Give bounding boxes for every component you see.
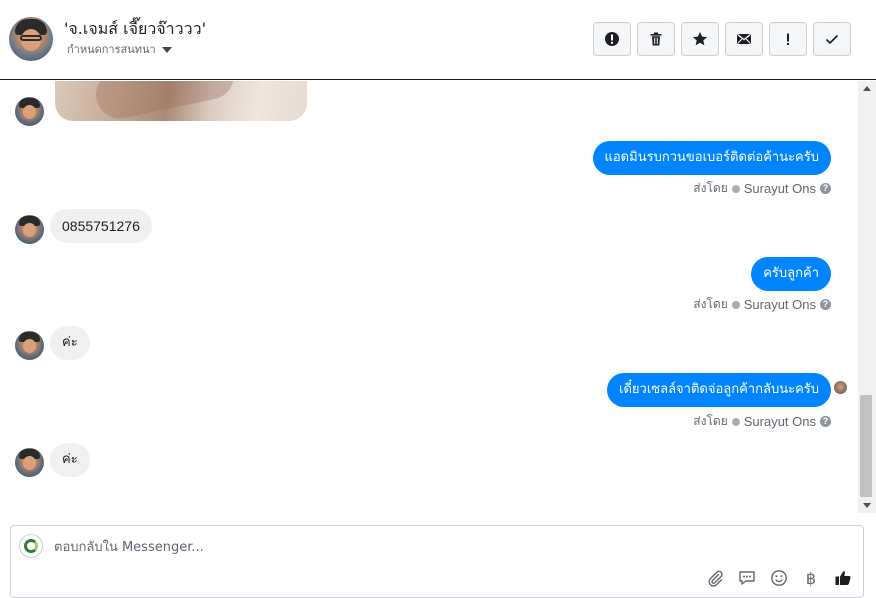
thumbs-up-icon xyxy=(835,571,851,585)
page-icon xyxy=(731,184,740,193)
sender-avatar xyxy=(15,331,44,360)
message-thread[interactable]: แอดมินรบกวนขอเบอร์ติดต่อค้านะครับ ส่งโดย… xyxy=(0,81,858,513)
sender-avatar xyxy=(15,215,44,244)
sent-by-author[interactable]: Surayut Ons xyxy=(744,181,816,196)
composer-tools: ฿ xyxy=(705,568,853,588)
help-icon[interactable]: ? xyxy=(820,416,831,427)
shared-photo[interactable] xyxy=(55,81,307,121)
smiley-icon xyxy=(771,570,787,586)
caret-down-icon xyxy=(161,46,172,53)
message-incoming[interactable]: 0855751276 xyxy=(50,209,152,243)
seen-avatar xyxy=(834,381,847,394)
sent-by-author[interactable]: Surayut Ons xyxy=(744,414,816,429)
envelope-icon xyxy=(737,33,751,44)
message-outgoing[interactable]: เดี๋ยวเซลล์จาติดจ่อลูกค้ากลับนะครับ xyxy=(607,373,831,407)
star-button[interactable] xyxy=(681,22,719,56)
exclamation-icon xyxy=(787,33,789,45)
attach-button[interactable] xyxy=(705,568,725,588)
important-button[interactable] xyxy=(769,22,807,56)
header-actions xyxy=(593,22,851,56)
done-button[interactable] xyxy=(813,22,851,56)
conversation-settings-dropdown[interactable]: กำหนดการสนทนา xyxy=(67,40,172,58)
sent-by-author[interactable]: Surayut Ons xyxy=(744,297,816,312)
reply-input[interactable] xyxy=(54,538,654,556)
reply-composer: ฿ xyxy=(10,525,864,598)
sender-avatar xyxy=(15,97,44,126)
star-icon xyxy=(692,32,708,46)
message-outgoing[interactable]: ครับลูกค้า xyxy=(751,257,831,291)
contact-name[interactable]: 'จ.เจมส์ เจี๊ยวจ๊าววว' xyxy=(64,17,206,42)
message-incoming[interactable]: ค่ะ xyxy=(50,326,90,360)
sender-avatar xyxy=(15,448,44,477)
scroll-down-arrow[interactable] xyxy=(863,503,871,508)
check-icon xyxy=(825,34,839,45)
help-icon[interactable]: ? xyxy=(820,299,831,310)
chat-bubble-icon xyxy=(739,571,755,585)
help-icon[interactable]: ? xyxy=(820,183,831,194)
alert-circle-icon xyxy=(605,32,619,46)
page-icon xyxy=(731,300,740,309)
emoji-button[interactable] xyxy=(769,568,789,588)
contact-avatar[interactable] xyxy=(9,17,53,61)
baht-icon: ฿ xyxy=(805,568,817,588)
page-logo xyxy=(19,534,43,558)
mark-unread-button[interactable] xyxy=(725,22,763,56)
page-icon xyxy=(731,417,740,426)
message-incoming[interactable]: ค่ะ xyxy=(50,443,90,477)
message-outgoing[interactable]: แอดมินรบกวนขอเบอร์ติดต่อค้านะครับ xyxy=(592,141,831,175)
sent-by-prefix: ส่งโดย xyxy=(693,297,728,311)
sent-by-prefix: ส่งโดย xyxy=(693,414,728,428)
thread-scrollbar[interactable] xyxy=(858,81,876,513)
like-button[interactable] xyxy=(833,568,853,588)
trash-icon xyxy=(650,32,662,46)
sent-by-label: ส่งโดย Surayut Ons ? xyxy=(693,295,831,314)
conversation-settings-label: กำหนดการสนทนา xyxy=(67,43,156,56)
sent-by-label: ส่งโดย Surayut Ons ? xyxy=(693,412,831,431)
paperclip-icon xyxy=(708,570,723,587)
conversation-header: 'จ.เจมส์ เจี๊ยวจ๊าววว' กำหนดการสนทนา xyxy=(0,0,876,80)
delete-button[interactable] xyxy=(637,22,675,56)
sent-by-label: ส่งโดย Surayut Ons ? xyxy=(693,179,831,198)
payment-button[interactable]: ฿ xyxy=(801,568,821,588)
report-button[interactable] xyxy=(593,22,631,56)
sent-by-prefix: ส่งโดย xyxy=(693,181,728,195)
scrollbar-thumb[interactable] xyxy=(860,395,872,497)
scroll-up-arrow[interactable] xyxy=(863,86,871,91)
saved-replies-button[interactable] xyxy=(737,568,757,588)
